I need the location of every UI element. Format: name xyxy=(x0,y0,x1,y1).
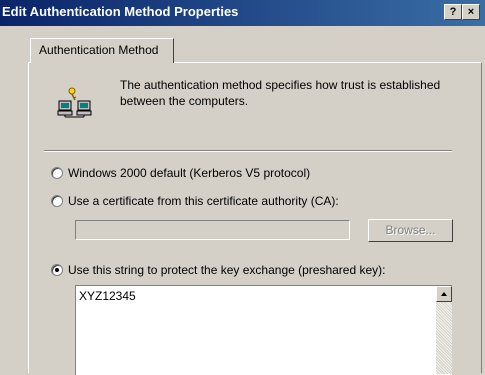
preshared-key-radio[interactable] xyxy=(51,264,63,276)
network-computers-key-icon xyxy=(57,87,92,118)
certificate-label[interactable]: Use a certificate from this certificate … xyxy=(68,194,339,208)
browse-button[interactable]: Browse... xyxy=(368,219,453,242)
kerberos-radio[interactable] xyxy=(51,167,63,179)
kerberos-label[interactable]: Windows 2000 default (Kerberos V5 protoc… xyxy=(68,166,310,180)
help-button[interactable]: ? xyxy=(444,4,462,20)
scroll-up-button[interactable] xyxy=(436,286,452,302)
close-button[interactable]: × xyxy=(462,4,480,20)
preshared-key-label[interactable]: Use this string to protect the key excha… xyxy=(68,263,386,277)
title-bar[interactable]: Edit Authentication Method Properties ? … xyxy=(0,0,485,26)
window-title: Edit Authentication Method Properties xyxy=(2,4,239,19)
preshared-key-value: XYZ12345 xyxy=(79,289,136,303)
tab-label: Authentication Method xyxy=(39,43,159,57)
vertical-scrollbar[interactable] xyxy=(436,286,452,374)
certificate-authority-field[interactable] xyxy=(75,220,350,240)
separator xyxy=(44,150,452,152)
tab-authentication-method[interactable]: Authentication Method xyxy=(30,38,174,63)
certificate-radio[interactable] xyxy=(51,195,63,207)
description-text: The authentication method specifies how … xyxy=(120,78,441,108)
